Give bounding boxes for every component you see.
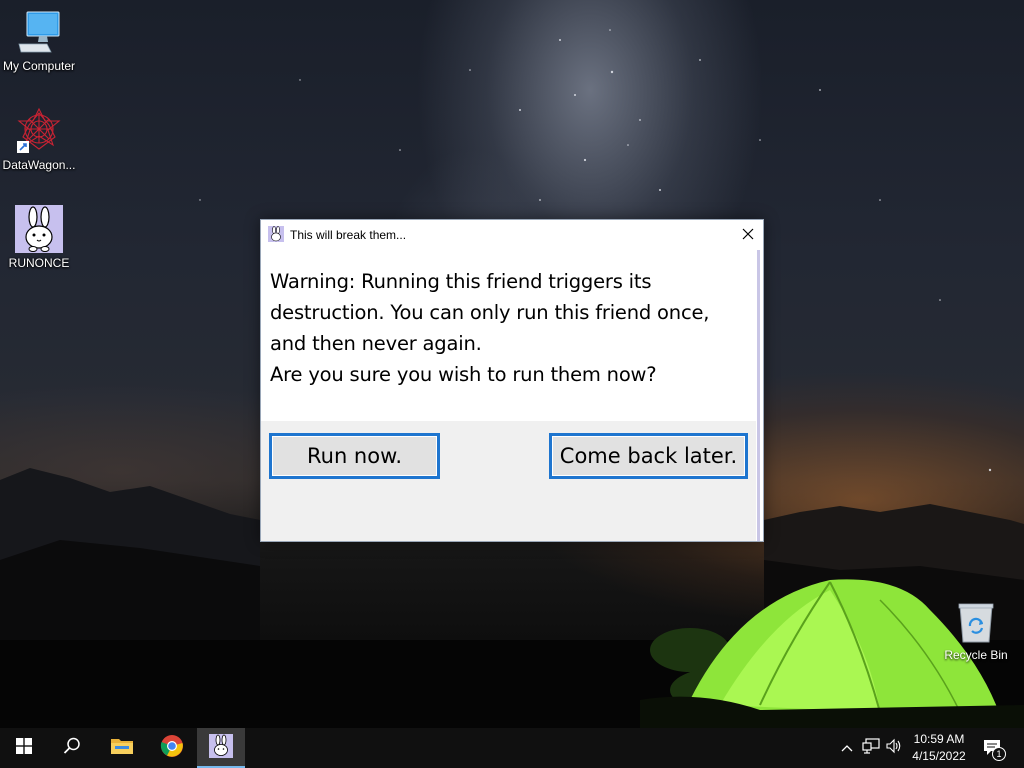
taskbar: 10:59 AM 4/15/2022 1 <box>0 728 1024 768</box>
computer-icon <box>15 8 63 56</box>
desktop-icon-label: RUNONCE <box>8 256 70 270</box>
taskbar-file-explorer[interactable] <box>98 728 146 768</box>
close-button[interactable] <box>733 220 763 250</box>
clock-time: 10:59 AM <box>913 732 965 746</box>
desktop-icon-label: DataWagon... <box>2 158 76 172</box>
show-hidden-icons-button[interactable] <box>838 738 856 758</box>
datawagon-icon <box>15 107 63 155</box>
recycle-bin-icon <box>956 600 996 644</box>
taskbar-chrome[interactable] <box>148 728 196 768</box>
confirmation-dialog: This will break them... Warning: Running… <box>260 219 764 542</box>
desktop-icon-runonce[interactable]: RUNONCE <box>0 205 78 270</box>
message-line: destruction. You can only run this frien… <box>270 301 710 324</box>
message-line: and then never again. <box>270 332 482 355</box>
network-icon <box>862 737 880 759</box>
dialog-title: This will break them... <box>290 228 407 242</box>
search-icon <box>63 737 81 760</box>
taskbar-clock[interactable]: 10:59 AM 4/15/2022 <box>906 731 972 765</box>
dialog-titlebar[interactable]: This will break them... <box>261 220 763 250</box>
taskbar-runonce[interactable] <box>197 728 245 768</box>
search-button[interactable] <box>48 728 96 768</box>
start-button[interactable] <box>0 728 48 768</box>
volume-button[interactable] <box>884 738 904 758</box>
desktop-icon-recycle-bin[interactable]: Recycle Bin <box>938 600 1014 662</box>
desktop-icon-label: My Computer <box>2 59 76 73</box>
run-now-button[interactable]: Run now. <box>269 433 440 479</box>
file-explorer-icon <box>110 736 134 761</box>
message-line: Warning: Running this friend triggers it… <box>270 270 652 293</box>
action-center-button[interactable]: 1 <box>980 738 1006 761</box>
chevron-up-icon <box>841 739 853 757</box>
clock-date: 4/15/2022 <box>912 749 966 763</box>
network-button[interactable] <box>861 737 881 759</box>
close-icon <box>742 228 754 243</box>
dialog-edge <box>756 250 763 541</box>
dialog-message: Warning: Running this friend triggers it… <box>270 266 750 390</box>
bunny-icon <box>209 733 233 763</box>
bunny-icon <box>15 205 63 253</box>
windows-start-icon <box>16 737 32 759</box>
volume-icon <box>885 738 903 759</box>
bunny-icon <box>268 226 284 242</box>
desktop-icon-my-computer[interactable]: My Computer <box>0 8 78 73</box>
message-line: Are you sure you wish to run them now? <box>270 363 657 386</box>
notification-icon: 1 <box>982 738 1006 761</box>
come-back-later-button[interactable]: Come back later. <box>549 433 748 479</box>
notification-count-badge: 1 <box>992 747 1006 761</box>
desktop-icon-datawagon[interactable]: DataWagon... <box>0 107 78 172</box>
desktop-icon-label: Recycle Bin <box>944 648 1008 662</box>
chrome-icon <box>160 734 184 763</box>
